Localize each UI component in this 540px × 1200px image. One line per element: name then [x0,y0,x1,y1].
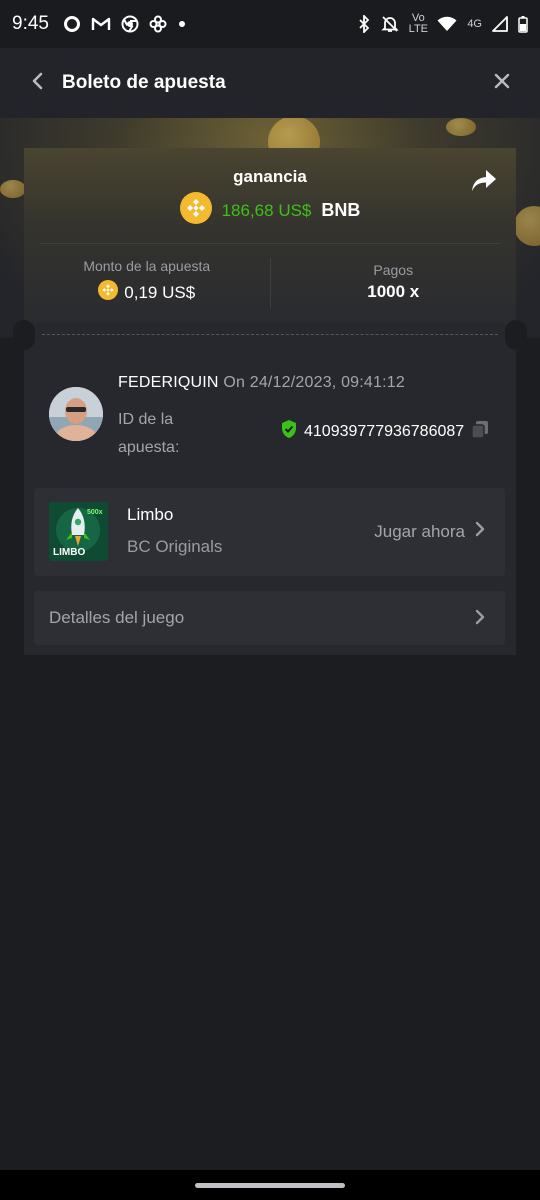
status-bar: 9:45 Vo LTE 4G [0,0,540,48]
win-row: 186,68 US$ BNB [24,192,516,229]
bet-amount-value: 0,19 US$ [124,282,196,302]
bet-id-value: 410939777936786087 [304,422,465,440]
bet-date: On 24/12/2023, 09:41:12 [223,374,405,391]
back-button[interactable] [24,69,52,97]
chrome-icon [121,15,139,33]
player-name[interactable]: FEDERIQUIN [118,374,219,391]
bet-id-label: ID de la apuesta: [118,411,180,456]
player-line: FEDERIQUIN On 24/12/2023, 09:41:12 [118,374,405,392]
win-currency: BNB [321,200,361,220]
game-details-row[interactable]: Detalles del juego [34,591,505,645]
ticket-notch-right [505,320,527,350]
coin-decoration [514,206,540,246]
coin-decoration [446,118,476,136]
divider [40,243,500,244]
chevron-right-icon [475,609,485,630]
app-header: Boleto de apuesta [0,48,540,118]
chevron-left-icon [31,72,45,95]
game-details-label: Detalles del juego [49,608,185,627]
bet-ticket: ganancia 186,68 US$ BNB Monto de la apue… [13,148,527,655]
bluetooth-icon [357,15,371,33]
bet-stats: Monto de la apuesta 0,19 US$ Pagos 1000 … [24,254,516,314]
play-now-button[interactable]: Jugar ahora [374,521,485,542]
status-time: 9:45 [12,13,49,34]
status-right: Vo LTE 4G [357,13,528,35]
battery-icon [518,15,528,33]
ticket-notch-left [13,320,35,350]
circle-icon [63,15,81,33]
bet-id-row: 410939777936786087 [280,419,464,444]
network-type-label: 4G [467,17,482,30]
game-thumb-label: LIMBO [53,547,85,558]
signal-icon [492,16,508,32]
avatar[interactable] [49,387,103,441]
copy-bet-id-button[interactable] [470,419,492,441]
chevron-right-icon [475,521,485,542]
close-icon [493,72,511,95]
payout-label: Pagos [373,262,414,278]
wifi-icon [437,16,457,32]
pinwheel-icon [149,15,167,33]
bell-off-icon [381,15,399,33]
game-provider: BC Originals [127,537,223,556]
game-thumbnail: LIMBO 500x [49,502,108,561]
play-now-label: Jugar ahora [374,521,465,541]
navigation-bar [0,1170,540,1200]
payout-stat: Pagos 1000 x [271,254,517,314]
ticket-summary: ganancia 186,68 US$ BNB Monto de la apue… [24,148,516,323]
bnb-coin-icon [98,280,119,305]
bet-amount-stat: Monto de la apuesta 0,19 US$ [24,254,270,314]
game-thumb-multiplier: 500x [87,509,103,516]
page-title: Boleto de apuesta [62,72,226,93]
bnb-coin-icon [179,192,212,229]
game-name: Limbo [127,505,174,524]
copy-icon [470,421,490,443]
coin-decoration [0,180,26,198]
share-icon [470,170,498,198]
bet-amount-row: 0,19 US$ [24,280,270,305]
ticket-perforation [42,334,498,335]
status-left: 9:45 [12,13,187,35]
payout-value: 1000 x [367,282,420,301]
player-info: FEDERIQUIN On 24/12/2023, 09:41:12 ID de… [49,374,509,456]
dot-icon [177,19,187,29]
volte-icon: Vo LTE [408,12,428,35]
share-button[interactable] [470,168,498,194]
verified-shield-icon [280,419,298,444]
close-button[interactable] [488,69,516,97]
home-indicator[interactable] [195,1183,345,1188]
gmail-icon [91,16,111,32]
bet-amount-label: Monto de la apuesta [83,258,211,274]
win-label: ganancia [233,167,307,186]
win-amount: 186,68 US$ [221,200,312,220]
game-card[interactable]: LIMBO 500x Limbo BC Originals Jugar ahor… [34,488,505,576]
